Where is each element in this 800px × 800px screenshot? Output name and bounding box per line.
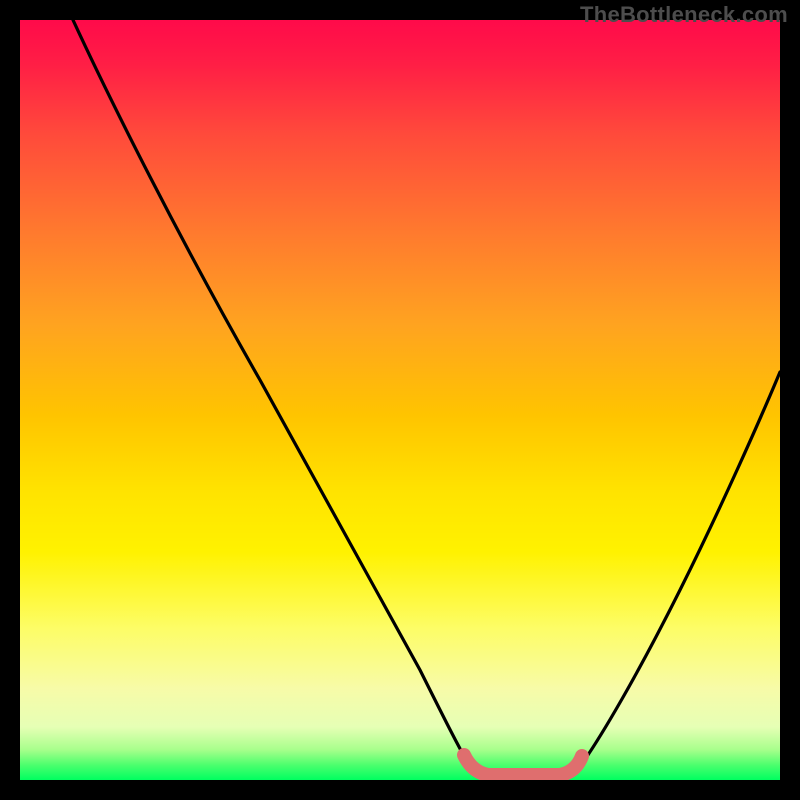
curve-layer xyxy=(20,20,780,780)
left-curve xyxy=(73,20,472,770)
chart-frame: TheBottleneck.com xyxy=(0,0,800,800)
right-curve xyxy=(576,372,780,772)
watermark-text: TheBottleneck.com xyxy=(580,2,788,28)
valley-highlight xyxy=(464,755,582,775)
plot-area xyxy=(20,20,780,780)
